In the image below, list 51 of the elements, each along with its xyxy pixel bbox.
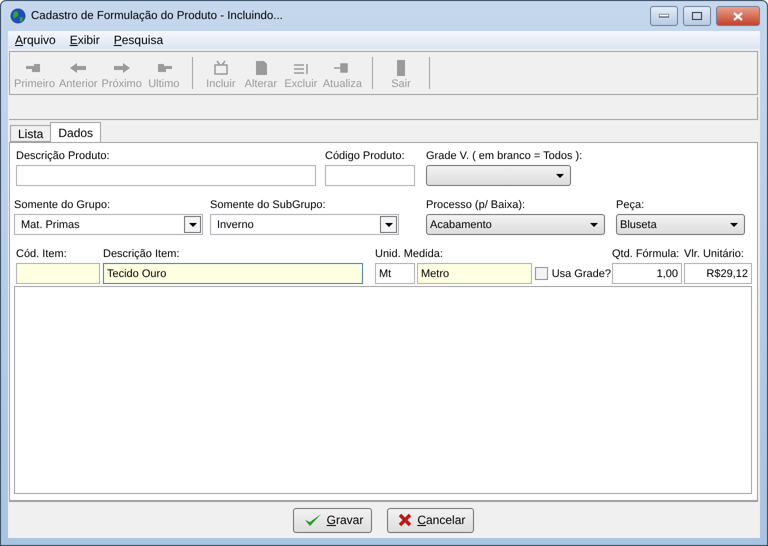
save-button[interactable]: Gravar <box>292 508 372 532</box>
close-button[interactable] <box>716 6 760 26</box>
dropdown[interactable]: Mat. Primas <box>14 214 203 235</box>
field-label: Somente do SubGrupo: <box>210 198 326 212</box>
minimize-icon <box>659 14 669 18</box>
field-label: Descrição Produto: <box>16 149 110 163</box>
field-label: Descrição Item: <box>103 247 180 261</box>
dropdown[interactable] <box>426 165 571 186</box>
close-icon <box>398 513 412 527</box>
field-label: Grade V. ( em branco = Todos ): <box>426 149 582 163</box>
field-label: Vlr. Unitário: <box>684 247 744 261</box>
menu-item[interactable]: Arquivo <box>15 33 56 47</box>
input-field[interactable]: R$29,12 <box>684 263 752 284</box>
field-label: Cód. Item: <box>16 247 67 261</box>
minimize-button[interactable] <box>650 6 678 26</box>
menu-item[interactable]: Exibir <box>70 33 100 47</box>
tab[interactable]: Dados <box>50 122 102 142</box>
input-field[interactable]: Tecido Ouro <box>103 263 363 284</box>
field-label: Somente do Grupo: <box>14 198 110 212</box>
caret-icon <box>188 222 196 226</box>
monitor-icon <box>212 60 230 76</box>
left-arrow-icon <box>69 60 88 76</box>
field-label: Qtd. Fórmula: <box>612 247 680 261</box>
input-field[interactable]: Metro <box>417 263 532 284</box>
field-label: Peça: <box>616 198 644 212</box>
window-title: Cadastro de Formulação do Produto - Incluindo... <box>31 10 284 22</box>
maximize-button[interactable] <box>683 6 711 26</box>
caret-icon <box>730 222 738 226</box>
input-field[interactable]: Mt <box>375 263 415 284</box>
input-field[interactable]: 1,00 <box>612 263 682 284</box>
maximize-icon <box>692 12 702 20</box>
right-arrow-icon <box>112 60 131 76</box>
dropdown[interactable]: Inverno <box>210 214 399 235</box>
dropdown[interactable]: Bluseta <box>616 214 745 235</box>
field-label: Código Produto: <box>325 149 404 163</box>
usa-grade-checkbox[interactable]: Usa Grade? <box>535 263 611 284</box>
caret-icon <box>556 174 564 178</box>
input-field[interactable] <box>16 165 316 186</box>
field-label: Processo (p/ Baixa): <box>426 198 526 212</box>
cancel-button[interactable]: Cancelar <box>387 508 474 532</box>
globe-icon <box>10 8 26 24</box>
caret-icon <box>590 222 598 226</box>
input-field[interactable] <box>325 165 415 186</box>
close-icon <box>733 12 743 20</box>
caret-icon <box>384 222 392 226</box>
field-label: Unid. Medida: <box>375 247 443 261</box>
input-field[interactable] <box>16 263 100 284</box>
tab[interactable]: Lista <box>10 125 52 142</box>
dropdown[interactable]: Acabamento <box>426 214 605 235</box>
menu-item[interactable]: Pesquisa <box>114 33 164 47</box>
checkmark-icon <box>304 513 322 527</box>
